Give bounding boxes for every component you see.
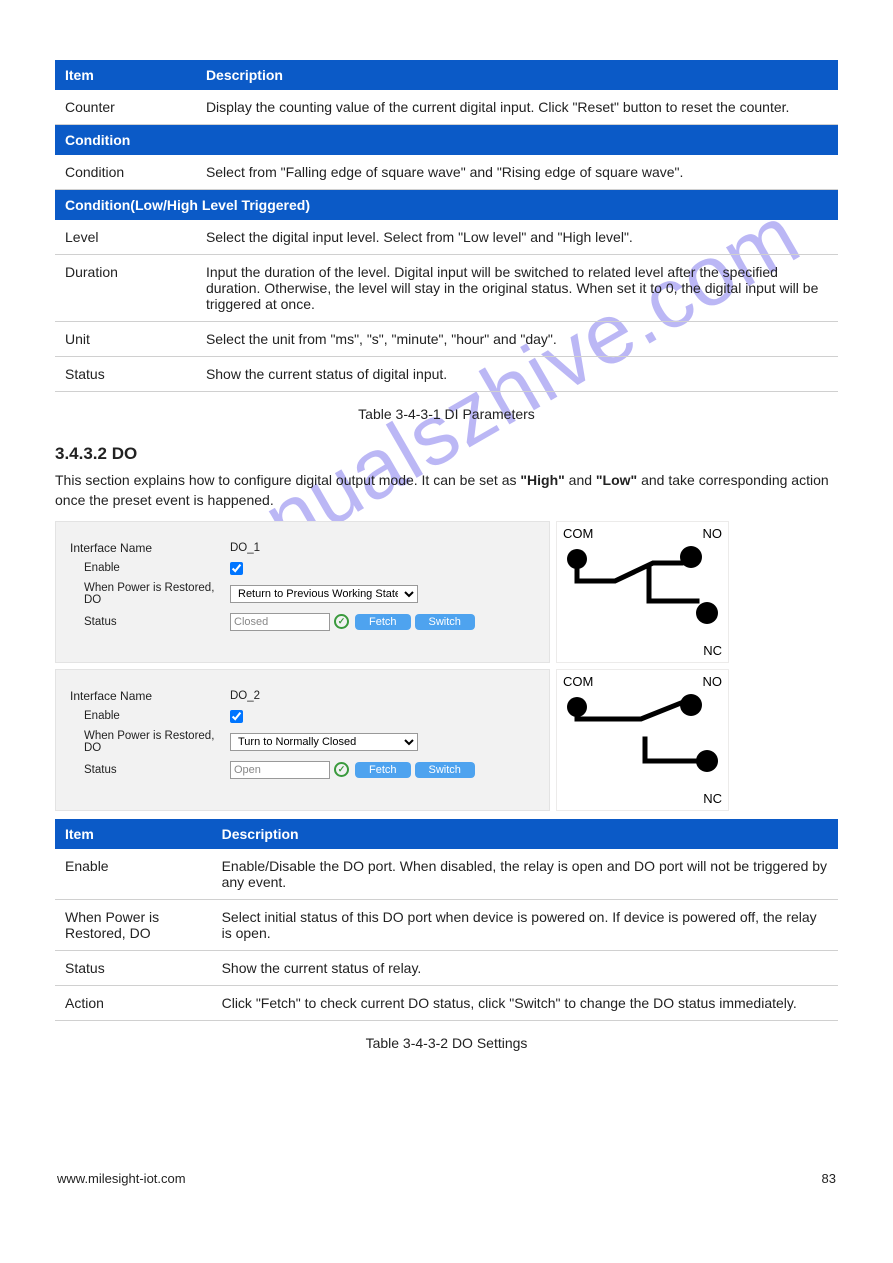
relay-open-svg — [563, 689, 723, 784]
table1-header-item: Item — [55, 60, 196, 90]
enable-checkbox[interactable] — [230, 710, 243, 723]
section-description: This section explains how to configure d… — [55, 470, 838, 511]
table2-caption: Table 3-4-3-2 DO Settings — [55, 1035, 838, 1051]
table-row-label: Condition — [55, 155, 196, 190]
table-row-label: Status — [55, 357, 196, 392]
status-field — [230, 613, 330, 631]
power-restored-select[interactable]: Return to Previous Working State — [230, 585, 418, 603]
checkmark-icon: ✓ — [334, 614, 349, 629]
diagram-nc-label: NC — [563, 643, 722, 658]
table1-subheader-condition: Condition — [55, 125, 838, 156]
fetch-button[interactable]: Fetch — [355, 614, 411, 630]
diagram-nc-label: NC — [563, 791, 722, 806]
power-restored-label: When Power is Restored, DO — [70, 730, 230, 754]
relay-diagram-open: COM NO NC — [556, 669, 729, 811]
table-row-label: Counter — [55, 90, 196, 125]
table-row-label: Status — [55, 950, 212, 985]
table-row-desc: Select initial status of this DO port wh… — [212, 899, 838, 950]
switch-button[interactable]: Switch — [415, 614, 475, 630]
desc-bold-low: "Low" — [596, 472, 637, 488]
table-row-desc: Enable/Disable the DO port. When disable… — [212, 849, 838, 900]
relay-closed-svg — [563, 541, 723, 636]
footer-page-number: 83 — [822, 1171, 836, 1186]
footer-url: www.milesight-iot.com — [57, 1171, 186, 1186]
interface-name-label: Interface Name — [70, 541, 230, 555]
table2-header-item: Item — [55, 819, 212, 849]
status-label: Status — [70, 616, 230, 628]
table-row-label: Level — [55, 220, 196, 255]
table-row-desc: Display the counting value of the curren… — [196, 90, 838, 125]
interface-name-value: DO_1 — [230, 542, 260, 554]
table-row-desc: Select the unit from "ms", "s", "minute"… — [196, 322, 838, 357]
table2-header-description: Description — [212, 819, 838, 849]
fetch-button[interactable]: Fetch — [355, 762, 411, 778]
switch-button[interactable]: Switch — [415, 762, 475, 778]
diagram-com-label: COM — [563, 526, 593, 541]
interface-name-label: Interface Name — [70, 689, 230, 703]
table-row-desc: Input the duration of the level. Digital… — [196, 255, 838, 322]
status-label: Status — [70, 764, 230, 776]
table-row-label: Action — [55, 985, 212, 1020]
table1-header-description: Description — [196, 60, 838, 90]
diagram-no-label: NO — [703, 526, 723, 541]
section-heading-do: 3.4.3.2 DO — [55, 444, 838, 464]
enable-checkbox[interactable] — [230, 562, 243, 575]
interface-name-value: DO_2 — [230, 690, 260, 702]
table-row-desc: Click "Fetch" to check current DO status… — [212, 985, 838, 1020]
table-row-desc: Show the current status of digital input… — [196, 357, 838, 392]
table-row-label: When Power is Restored, DO — [55, 899, 212, 950]
table-row-label: Duration — [55, 255, 196, 322]
power-restored-label: When Power is Restored, DO — [70, 582, 230, 606]
diagram-com-label: COM — [563, 674, 593, 689]
enable-label: Enable — [70, 562, 230, 574]
table-row-label: Unit — [55, 322, 196, 357]
desc-text: and — [565, 472, 596, 488]
table-row-label: Enable — [55, 849, 212, 900]
enable-label: Enable — [70, 710, 230, 722]
table1-caption: Table 3-4-3-1 DI Parameters — [55, 406, 838, 422]
table-row-desc: Select from "Falling edge of square wave… — [196, 155, 838, 190]
table1-subheader-condition-level: Condition(Low/High Level Triggered) — [55, 190, 838, 221]
table-row-desc: Select the digital input level. Select f… — [196, 220, 838, 255]
relay-diagram-closed: COM NO NC — [556, 521, 729, 663]
table-row-desc: Show the current status of relay. — [212, 950, 838, 985]
desc-bold-high: "High" — [520, 472, 564, 488]
di-parameters-table: Item Description Counter Display the cou… — [55, 60, 838, 392]
power-restored-select[interactable]: Turn to Normally Closed — [230, 733, 418, 751]
desc-text: This section explains how to configure d… — [55, 472, 520, 488]
diagram-no-label: NO — [703, 674, 723, 689]
do1-config-panel: Interface Name DO_1 Enable When Power is… — [55, 521, 550, 663]
status-field — [230, 761, 330, 779]
checkmark-icon: ✓ — [334, 762, 349, 777]
do-settings-table: Item Description Enable Enable/Disable t… — [55, 819, 838, 1021]
do2-config-panel: Interface Name DO_2 Enable When Power is… — [55, 669, 550, 811]
